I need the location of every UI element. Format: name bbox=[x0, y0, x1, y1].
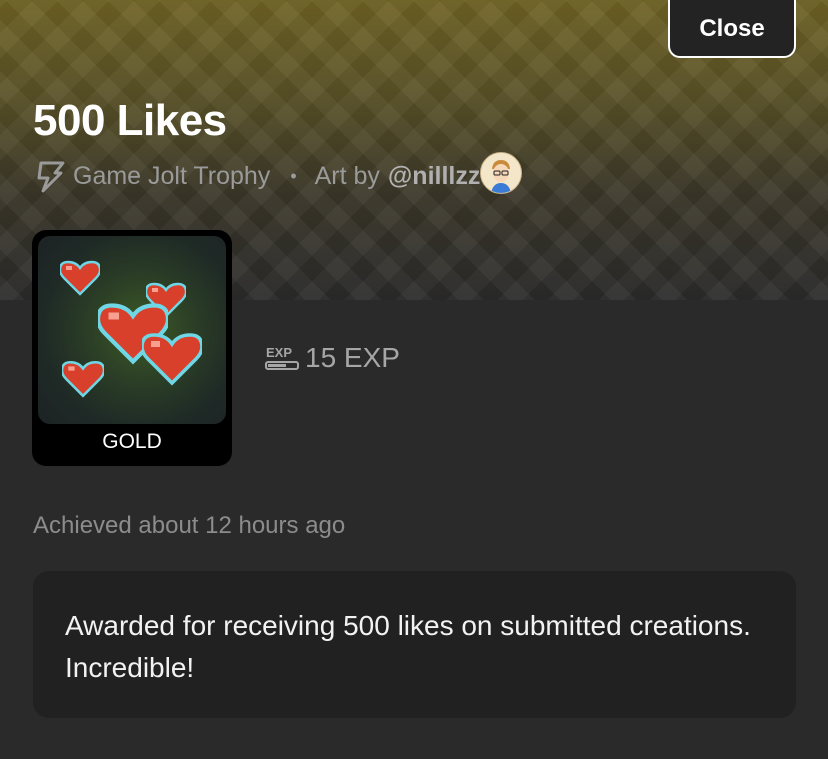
trophy-tier: GOLD bbox=[102, 430, 162, 453]
achieved-timestamp: Achieved about 12 hours ago bbox=[33, 512, 346, 539]
trophy-art bbox=[38, 236, 226, 424]
trophy-title: 500 Likes bbox=[33, 96, 227, 145]
artist-handle-link[interactable]: @nilllzz bbox=[388, 162, 480, 191]
trophy-exp: EXP 15 EXP bbox=[265, 338, 400, 378]
meta-separator: • bbox=[290, 165, 297, 186]
exp-value: 15 EXP bbox=[305, 342, 400, 373]
svg-text:EXP: EXP bbox=[266, 345, 292, 360]
artist-avatar[interactable] bbox=[480, 152, 523, 194]
exp-icon: EXP bbox=[265, 345, 299, 370]
art-by-label: Art by bbox=[314, 161, 380, 190]
trophy-meta: Game Jolt Trophy • Art by @nilllzz bbox=[33, 152, 523, 198]
heart-icon bbox=[62, 360, 104, 398]
lightning-bolt-icon bbox=[37, 161, 65, 193]
close-button[interactable]: Close bbox=[668, 0, 796, 58]
heart-icon bbox=[60, 260, 100, 296]
trophy-description: Awarded for receiving 500 likes on submi… bbox=[33, 571, 796, 718]
heart-icon bbox=[142, 333, 202, 385]
trophy-card: GOLD bbox=[32, 230, 232, 466]
trophy-type: Game Jolt Trophy bbox=[73, 161, 271, 190]
